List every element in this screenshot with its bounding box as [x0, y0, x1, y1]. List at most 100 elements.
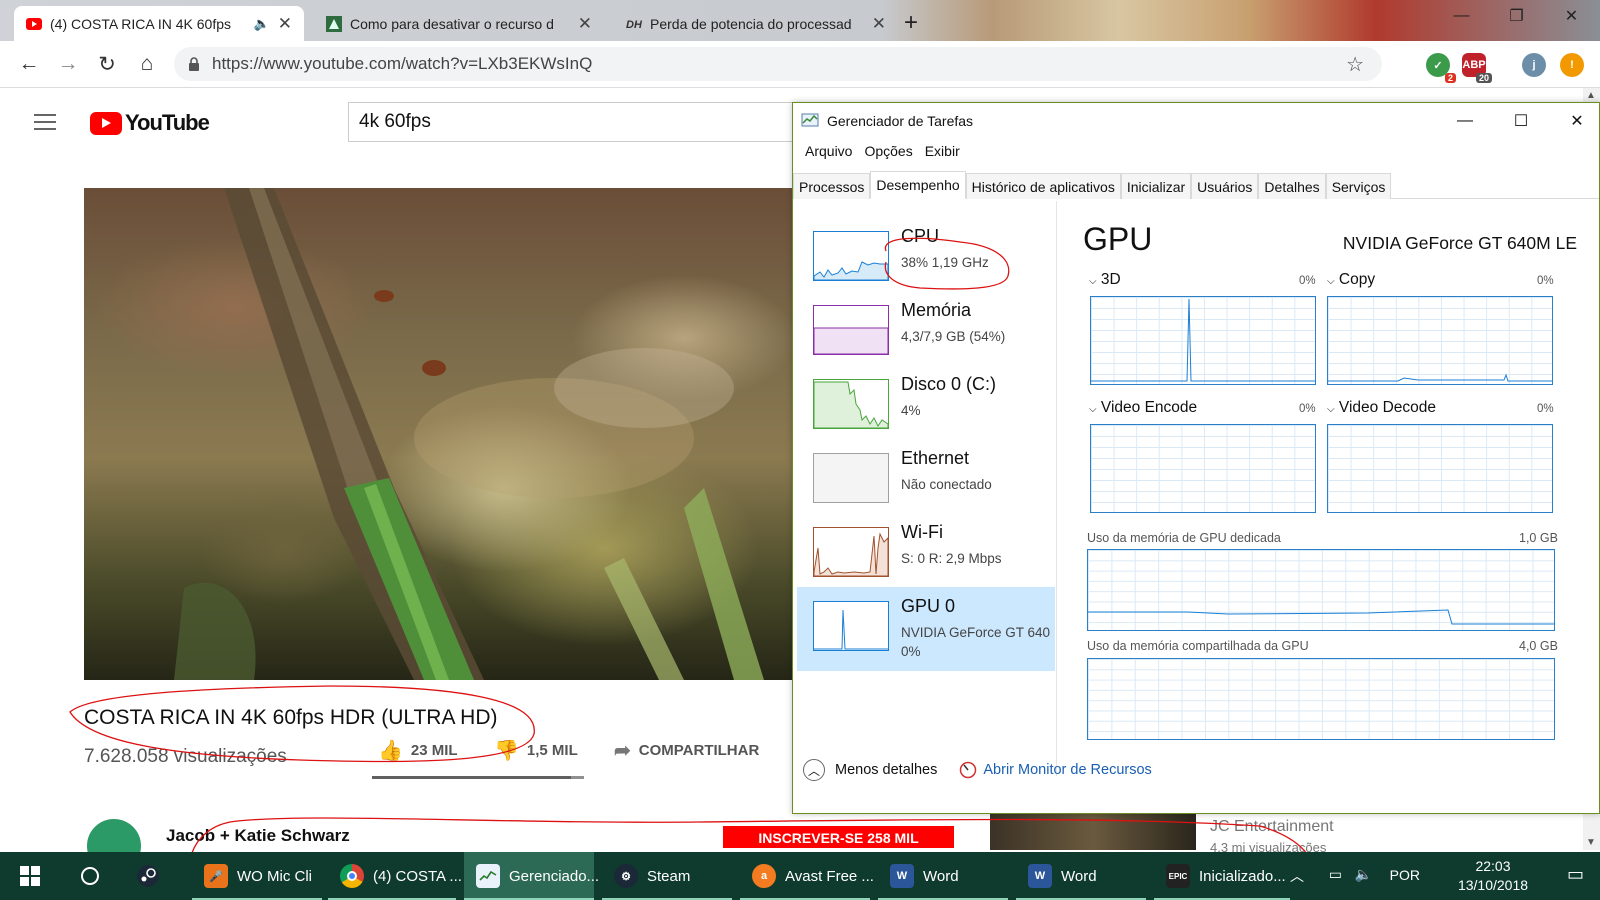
resource-monitor-link[interactable]: Abrir Monitor de Recursos	[959, 761, 1152, 779]
resource-cpu[interactable]: CPU 38% 1,19 GHz	[797, 217, 1055, 291]
tab-detalhes[interactable]: Detalhes	[1258, 173, 1326, 199]
taskbar-item-chrome[interactable]: (4) COSTA ...	[328, 852, 462, 900]
tab-forum[interactable]: DH Perda de potencia do processad ✕	[614, 6, 898, 41]
site-favicon-icon: DH	[626, 19, 642, 31]
epic-games-icon: EPIC	[1166, 864, 1190, 888]
taskbar-item-word-1[interactable]: W Word	[878, 852, 1008, 900]
resource-wifi[interactable]: Wi-Fi S: 0 R: 2,9 Mbps	[797, 513, 1055, 587]
engine-encode-graph	[1090, 424, 1316, 513]
windows-start-icon[interactable]	[14, 860, 46, 892]
subscribe-button[interactable]: INSCREVER-SE 258 MIL	[723, 826, 954, 848]
new-tab-button[interactable]: +	[904, 9, 918, 37]
steam-pinned-icon[interactable]	[132, 860, 164, 892]
close-tab-icon[interactable]: ✕	[578, 14, 592, 34]
tab-inicializar[interactable]: Inicializar	[1120, 173, 1192, 199]
menu-hamburger-icon[interactable]	[34, 114, 56, 130]
window-title: Gerenciador de Tarefas	[827, 113, 974, 129]
dedicated-memory-label: Uso da memória de GPU dedicada	[1087, 531, 1281, 545]
resource-gpu[interactable]: GPU 0 NVIDIA GeForce GT 640 0%	[797, 587, 1055, 671]
clock[interactable]: 22:03 13/10/2018	[1448, 858, 1538, 893]
taskbar-item-taskmanager[interactable]: Gerenciado...	[464, 852, 599, 900]
like-ratio-fill	[372, 776, 572, 779]
recommended-channel-name[interactable]: JC Entertainment 4,3 mi visualizações	[1210, 818, 1334, 855]
tab-historico[interactable]: Histórico de aplicativos	[965, 173, 1121, 199]
taskbar-item-avast[interactable]: a Avast Free ...	[740, 852, 874, 900]
engine-copy-label[interactable]: ⌵ Copy	[1327, 271, 1375, 289]
engine-3d-label[interactable]: ⌵ 3D	[1089, 271, 1121, 289]
reload-icon[interactable]: ↻	[94, 51, 120, 77]
taskbar-item-steam[interactable]: ⚙ Steam	[602, 852, 732, 900]
close-tab-icon[interactable]: ✕	[872, 14, 886, 34]
gpu-heading: GPU	[1083, 221, 1153, 257]
engine-copy-graph	[1327, 296, 1553, 385]
resource-disk[interactable]: Disco 0 (C:) 4%	[797, 365, 1055, 439]
menu-exibir[interactable]: Exibir	[919, 143, 966, 159]
close-tab-icon[interactable]: ✕	[278, 14, 292, 34]
taskbar-item-womic[interactable]: 🎤 WO Mic Cli	[192, 852, 322, 900]
youtube-logo[interactable]: YouTube	[90, 110, 210, 136]
engine-decode-percent: 0%	[1537, 403, 1554, 415]
wifi-mini-graph	[813, 527, 889, 577]
less-details-button[interactable]: Menos detalhes	[835, 762, 937, 778]
video-player[interactable]	[84, 188, 800, 680]
tab-title: (4) COSTA RICA IN 4K 60fps	[50, 15, 232, 32]
tab-youtube[interactable]: (4) COSTA RICA IN 4K 60fps 🔈 ✕	[14, 6, 304, 41]
tab-servicos[interactable]: Serviços	[1325, 173, 1392, 199]
resource-ethernet[interactable]: Ethernet Não conectado	[797, 439, 1055, 513]
adblock-extension-icon[interactable]: ABP 20	[1462, 53, 1492, 83]
close-icon[interactable]: ✕	[1557, 107, 1597, 135]
menu-bar: Arquivo Opções Exibir	[799, 143, 966, 159]
dislike-button[interactable]: 👎 1,5 MIL	[494, 738, 578, 763]
share-button[interactable]: ➦ COMPARTILHAR	[614, 738, 759, 763]
update-alert-icon[interactable]: !	[1560, 53, 1584, 77]
address-bar[interactable]: https://www.youtube.com/watch?v=LXb3EKWs…	[174, 47, 1382, 81]
maximize-icon[interactable]: ☐	[1501, 107, 1541, 135]
engine-decode-label[interactable]: ⌵ Video Decode	[1327, 399, 1436, 417]
scroll-down-arrow-icon[interactable]: ▼	[1586, 837, 1596, 848]
taskbar-item-epic[interactable]: EPIC Inicializado...	[1154, 852, 1290, 900]
back-arrow-icon[interactable]: ←	[16, 51, 42, 77]
cortana-search-icon[interactable]	[74, 860, 106, 892]
volume-icon[interactable]: 🔈	[1355, 866, 1372, 883]
lock-icon	[189, 57, 199, 71]
forward-arrow-icon[interactable]: →	[55, 51, 81, 77]
chevron-up-icon[interactable]: ︿	[1290, 866, 1304, 886]
tab-article[interactable]: Como para desativar o recurso d ✕	[314, 6, 604, 41]
tab-processos[interactable]: Processos	[793, 173, 871, 199]
engine-encode-label[interactable]: ⌵ Video Encode	[1089, 399, 1197, 417]
menu-arquivo[interactable]: Arquivo	[799, 143, 858, 159]
chevron-up-icon[interactable]: ︿	[803, 759, 825, 781]
bookmark-star-icon[interactable]: ☆	[1346, 52, 1364, 77]
menu-opcoes[interactable]: Opções	[858, 143, 918, 159]
audio-icon[interactable]: 🔈	[254, 16, 270, 32]
language-indicator[interactable]: POR	[1390, 867, 1420, 883]
taskbar-item-word-2[interactable]: W Word	[1016, 852, 1146, 900]
battery-icon[interactable]: ▭	[1329, 866, 1342, 883]
like-button[interactable]: 👍 23 MIL	[378, 738, 458, 763]
url-text: https://www.youtube.com/watch?v=LXb3EKWs…	[212, 54, 593, 73]
tab-title: Perda de potencia do processad	[650, 15, 852, 32]
chevron-down-icon: ⌵	[1327, 276, 1335, 287]
engine-3d-graph	[1090, 296, 1316, 385]
tab-usuarios[interactable]: Usuários	[1191, 173, 1259, 199]
site-favicon-icon	[326, 15, 342, 32]
notification-center-icon[interactable]: ▭	[1567, 864, 1584, 885]
youtube-favicon-icon	[26, 17, 42, 30]
youtube-search-input[interactable]: 4k 60fps	[348, 102, 798, 142]
engine-decode-graph	[1327, 424, 1553, 513]
resource-memory[interactable]: Memória 4,3/7,9 GB (54%)	[797, 291, 1055, 365]
scroll-up-arrow-icon[interactable]: ▲	[1586, 90, 1596, 101]
channel-name[interactable]: Jacob + Katie Schwarz	[166, 826, 350, 846]
cpu-mini-graph	[813, 231, 889, 281]
maximize-window-icon[interactable]: ❐	[1489, 0, 1544, 32]
close-window-icon[interactable]: ✕	[1544, 0, 1599, 32]
task-manager-window: Gerenciador de Tarefas — ☐ ✕ Arquivo Opç…	[792, 102, 1600, 814]
recommended-video-thumbnail[interactable]	[990, 812, 1196, 850]
disk-mini-graph	[813, 379, 889, 429]
tab-desempenho[interactable]: Desempenho	[870, 171, 966, 199]
extension-icon[interactable]: ✓ 2	[1426, 53, 1456, 83]
home-icon[interactable]: ⌂	[134, 51, 160, 77]
minimize-icon[interactable]: —	[1445, 107, 1485, 135]
minimize-window-icon[interactable]: —	[1434, 0, 1489, 32]
profile-avatar[interactable]: j	[1522, 53, 1546, 77]
